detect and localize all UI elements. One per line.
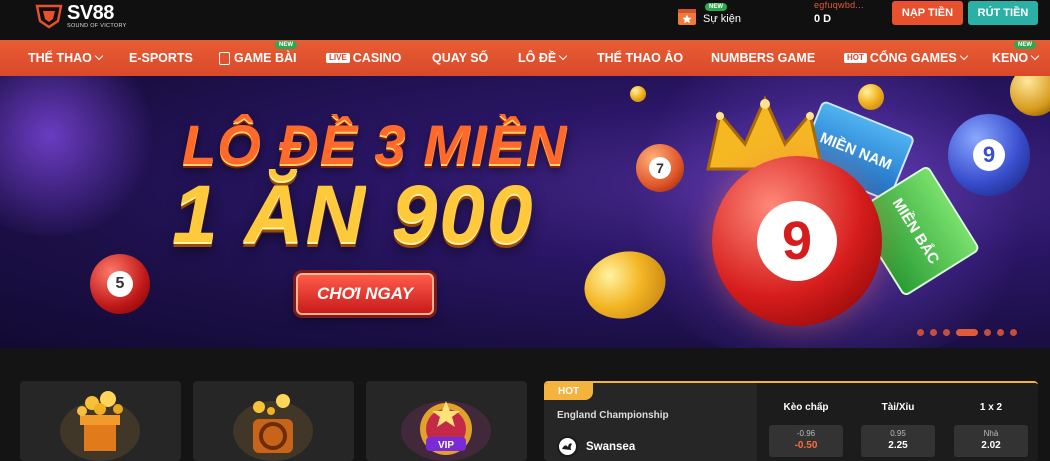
odds-line: 0.95 bbox=[890, 429, 906, 438]
hot-match-panel[interactable]: HOT England Championship Swansea Kèo chấ… bbox=[544, 381, 1038, 461]
brand-logo[interactable]: SV88 SOUND OF VICTORY bbox=[34, 0, 127, 32]
hot-tag: HOT bbox=[544, 383, 593, 400]
promo-banner[interactable]: LÔ ĐỀ 3 MIỀN 1 ĂN 900 CHƠI NGAY 5 7 MIỀN… bbox=[0, 76, 1050, 348]
account-info[interactable]: egfuqwbd... 0 D bbox=[814, 0, 864, 25]
chevron-down-icon bbox=[959, 51, 968, 61]
new-badge: NEW bbox=[275, 41, 297, 49]
nav-label: GAME BÀI bbox=[234, 51, 297, 65]
slider-dot[interactable] bbox=[997, 329, 1004, 336]
lottery-ball-small: 7 bbox=[636, 144, 684, 192]
vip-badge-icon: VIP bbox=[401, 401, 491, 461]
nav-label: LÔ ĐỀ bbox=[518, 51, 557, 65]
ball-number: 9 bbox=[757, 201, 837, 281]
play-now-button[interactable]: CHƠI NGAY bbox=[296, 273, 434, 315]
svg-text:VIP: VIP bbox=[438, 440, 454, 451]
slider-dot[interactable] bbox=[956, 329, 978, 336]
odds-value: -0.50 bbox=[794, 440, 818, 451]
nav-label: QUAY SỐ bbox=[432, 51, 489, 65]
new-badge: NEW bbox=[1014, 41, 1036, 49]
odds-column-header: Kèo chấp bbox=[783, 402, 829, 413]
nav-item-numbers-game[interactable]: NUMBERS GAME bbox=[711, 40, 815, 76]
slider-pagination bbox=[917, 329, 1017, 336]
calendar-star-icon bbox=[677, 6, 697, 26]
gold-coin-decoration bbox=[858, 84, 884, 110]
slider-dot[interactable] bbox=[1010, 329, 1017, 336]
treasure-box-icon bbox=[233, 394, 313, 461]
odds-line: -0.96 bbox=[796, 429, 816, 438]
balance: 0 D bbox=[814, 13, 832, 25]
nav-label: KENO bbox=[992, 51, 1029, 65]
glow-decoration bbox=[0, 76, 160, 236]
nav-label: THỂ THAO ẢO bbox=[597, 51, 684, 65]
team-name: Swansea bbox=[586, 440, 636, 453]
nav-label: E-SPORTS bbox=[129, 51, 193, 65]
odds-cell-over-under[interactable]: 0.95 2.25 bbox=[861, 425, 935, 457]
lottery-ball-main: 9 bbox=[712, 156, 882, 326]
odds-cell-1x2[interactable]: Nhà 2.02 bbox=[954, 425, 1028, 457]
nav-label: NUMBERS GAME bbox=[711, 51, 816, 65]
brand-tagline: SOUND OF VICTORY bbox=[67, 22, 127, 29]
swan-team-logo-icon bbox=[557, 436, 578, 457]
slider-dot[interactable] bbox=[930, 329, 937, 336]
nav-item-the-thao-ao[interactable]: THỂ THAO ẢO bbox=[597, 40, 683, 76]
ball-number: 5 bbox=[107, 271, 133, 297]
deposit-button[interactable]: NẠP TIỀN bbox=[892, 1, 963, 25]
username: egfuqwbd... bbox=[814, 0, 864, 10]
top-header: SV88 SOUND OF VICTORY NEW Sự kiện egfuqw… bbox=[0, 0, 1050, 40]
ball-number: 7 bbox=[649, 157, 671, 179]
live-tag: LIVE bbox=[326, 53, 350, 63]
brand-name: SV88 bbox=[67, 1, 114, 24]
gift-box-icon bbox=[60, 391, 140, 461]
gold-medal-decoration bbox=[1010, 76, 1050, 116]
nav-item-game-bai[interactable]: GAME BÀI NEW bbox=[219, 40, 297, 76]
odds-column-header: 1 x 2 bbox=[979, 402, 1003, 413]
withdraw-button[interactable]: RÚT TIỀN bbox=[968, 1, 1038, 25]
chevron-down-icon bbox=[1030, 51, 1040, 61]
new-badge: NEW bbox=[705, 3, 727, 11]
chevron-down-icon bbox=[558, 51, 568, 61]
nav-item-esports[interactable]: E-SPORTS bbox=[129, 40, 193, 76]
slider-dot[interactable] bbox=[943, 329, 950, 336]
lottery-ball-left: 5 bbox=[90, 254, 150, 314]
gold-coin-decoration bbox=[630, 86, 646, 102]
ball-number: 9 bbox=[973, 139, 1005, 171]
nav-item-lo-de[interactable]: LÔ ĐỀ bbox=[518, 40, 568, 76]
event-label: Sự kiện bbox=[703, 13, 741, 25]
nav-item-casino[interactable]: LIVE CASINO bbox=[326, 40, 401, 76]
odds-cell-handicap[interactable]: -0.96 -0.50 bbox=[769, 425, 843, 457]
chevron-down-icon bbox=[94, 51, 104, 61]
lottery-ball-right: 9 bbox=[948, 114, 1030, 196]
league-name: England Championship bbox=[557, 410, 669, 421]
event-link[interactable]: NEW Sự kiện bbox=[677, 3, 741, 29]
nav-item-keno[interactable]: KENO NEW bbox=[992, 40, 1040, 76]
nav-item-cong-games[interactable]: HOT CỔNG GAMES bbox=[844, 40, 968, 76]
odds-value: 2.25 bbox=[888, 440, 908, 451]
hot-tag: HOT bbox=[844, 53, 867, 63]
feature-tile-2[interactable] bbox=[193, 381, 354, 461]
slider-dot[interactable] bbox=[917, 329, 924, 336]
odds-line: Nhà bbox=[983, 429, 999, 438]
feature-tile-3[interactable]: VIP bbox=[366, 381, 527, 461]
slider-dot[interactable] bbox=[984, 329, 991, 336]
odds-area: Kèo chấp Tài/Xỉu 1 x 2 -0.96 -0.50 0.95 … bbox=[757, 383, 1038, 461]
nav-label: CASINO bbox=[352, 51, 402, 65]
nav-label: CỔNG GAMES bbox=[869, 51, 957, 65]
banner-subheadline: 1 ĂN 900 bbox=[172, 169, 535, 260]
nav-item-quay-so[interactable]: QUAY SỐ bbox=[432, 40, 488, 76]
odds-column-header: Tài/Xỉu bbox=[881, 402, 915, 413]
shield-logo-icon bbox=[34, 3, 64, 29]
odds-value: 2.02 bbox=[981, 440, 1001, 451]
main-nav: THỂ THAO E-SPORTS GAME BÀI NEW LIVE CASI… bbox=[0, 40, 1050, 76]
nav-label: THỂ THAO bbox=[28, 51, 92, 65]
team-row: Swansea bbox=[557, 436, 635, 457]
nav-item-the-thao[interactable]: THỂ THAO bbox=[28, 40, 104, 76]
cards-icon bbox=[219, 51, 230, 65]
feature-tile-1[interactable] bbox=[20, 381, 181, 461]
